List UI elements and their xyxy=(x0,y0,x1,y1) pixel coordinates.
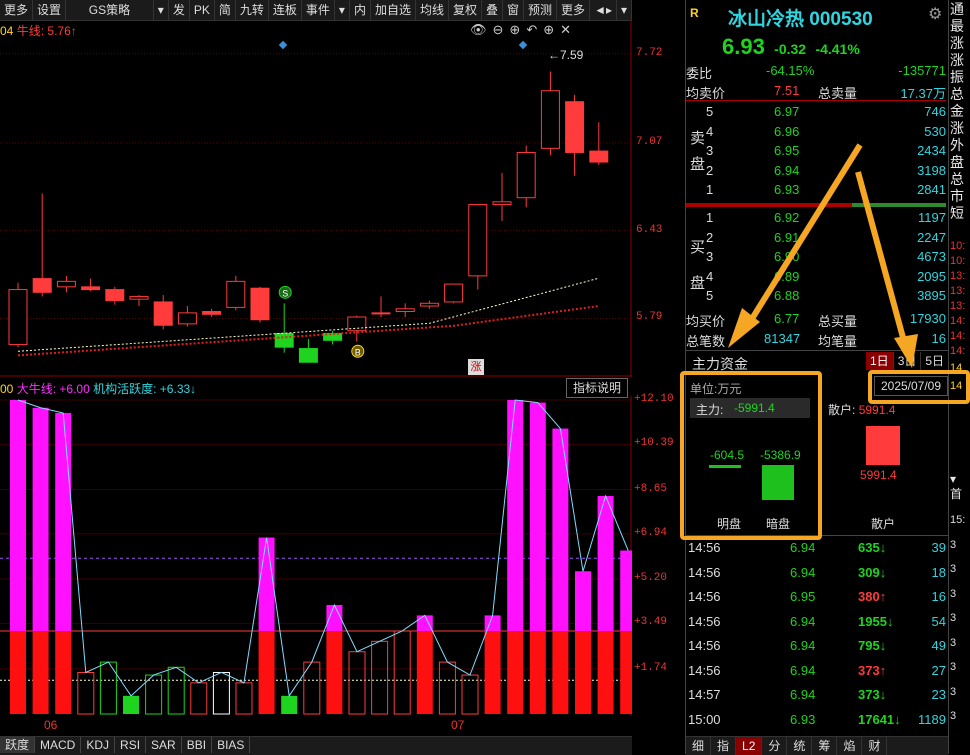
annotation-arrows xyxy=(728,143,918,368)
